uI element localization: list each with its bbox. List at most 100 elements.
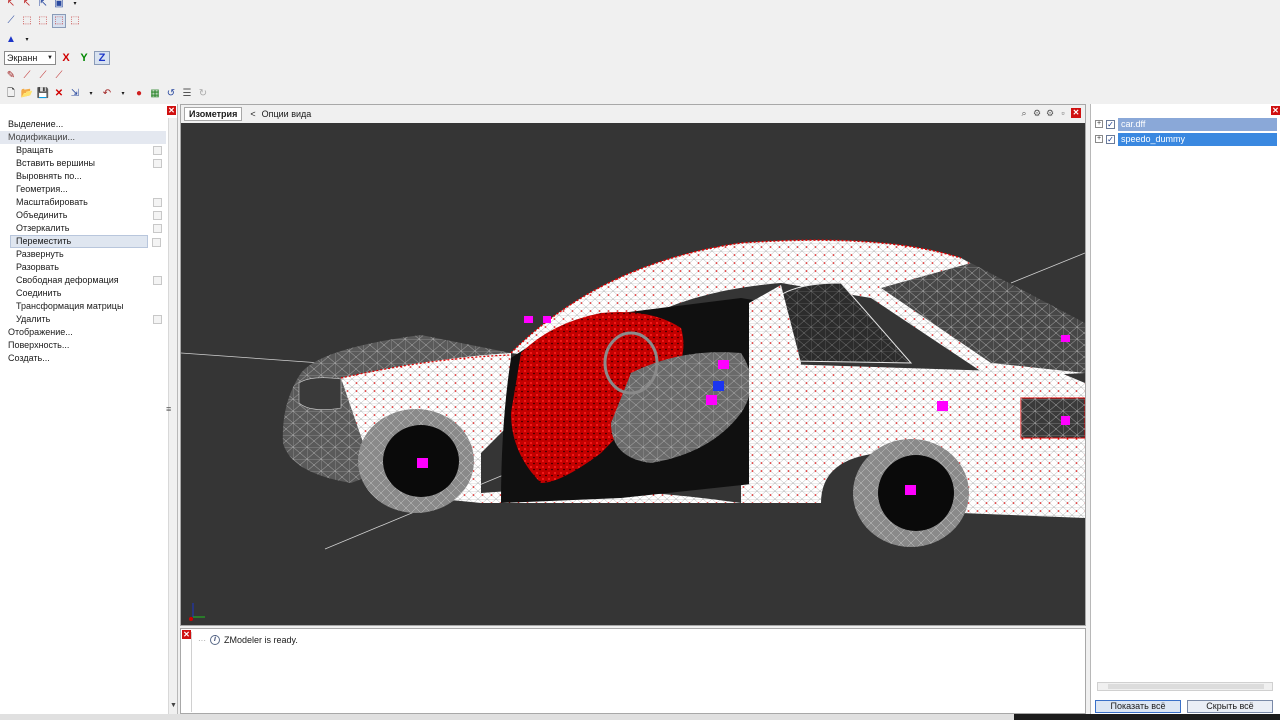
close-icon[interactable]: ✕ bbox=[1071, 108, 1081, 118]
menu-item[interactable]: Вращать bbox=[0, 144, 166, 157]
edge-mode-icon[interactable]: ⬚ bbox=[20, 14, 34, 28]
undo-arrow-icon[interactable]: ↺ bbox=[164, 87, 178, 101]
group-mode-icon[interactable]: ⬚ bbox=[68, 14, 82, 28]
menu-item[interactable]: Удалить bbox=[0, 313, 166, 326]
menu-item-label: Модификации... bbox=[8, 132, 75, 142]
menu-item[interactable]: Модификации... bbox=[0, 131, 166, 144]
menu-item[interactable]: Отзеркалить bbox=[0, 222, 166, 235]
options-button[interactable] bbox=[153, 315, 162, 324]
redo-icon[interactable]: ↻ bbox=[196, 87, 210, 101]
visibility-checkbox[interactable]: ✓ bbox=[1106, 134, 1115, 144]
snap-edge-icon[interactable]: ⟋ bbox=[36, 69, 50, 83]
toolbar-row-1: ↖ ↖ ⇱ ▣ ▾ bbox=[4, 0, 82, 12]
expand-icon[interactable]: + bbox=[1095, 135, 1103, 143]
record-icon[interactable]: ● bbox=[132, 87, 146, 101]
viewport-options-link[interactable]: Опции вида bbox=[262, 109, 312, 119]
expand-icon[interactable]: + bbox=[1095, 120, 1103, 128]
tree-item-label: car.dff bbox=[1118, 117, 1277, 131]
options-button[interactable] bbox=[153, 198, 162, 207]
dropdown-arrow-icon[interactable]: ▾ bbox=[84, 87, 98, 101]
menu-item[interactable]: Соединить bbox=[0, 287, 166, 300]
menu-item[interactable]: Объединить bbox=[0, 209, 166, 222]
snap-vertex-icon[interactable]: ⟋ bbox=[20, 69, 34, 83]
dummy-marker bbox=[937, 401, 948, 411]
zoom-icon[interactable]: ⌕ bbox=[1019, 108, 1029, 118]
viewport-nav-arrow[interactable]: < bbox=[250, 109, 255, 119]
toolbar-row-3: ▲ ▾ bbox=[4, 32, 34, 48]
select-object-icon[interactable]: ▣ bbox=[52, 0, 66, 11]
viewport-header: Изометрия < Опции вида ⌕ ⚙ ⚙ ▫ ✕ bbox=[181, 105, 1085, 123]
options-button[interactable] bbox=[153, 211, 162, 220]
log-content: ··· i ZModeler is ready. bbox=[191, 632, 1085, 712]
dropdown-arrow-icon[interactable]: ▾ bbox=[116, 87, 130, 101]
face-mode-icon[interactable]: ⬚ bbox=[36, 14, 50, 28]
menu-item[interactable]: Разорвать bbox=[0, 261, 166, 274]
select-face-icon[interactable]: ⇱ bbox=[36, 0, 50, 11]
axis-gizmo-icon[interactable]: ▲ bbox=[4, 33, 18, 47]
axis-x-toggle[interactable]: X bbox=[58, 51, 74, 65]
menu-item-label: Выделение... bbox=[8, 119, 64, 129]
menu-item[interactable]: Свободная деформация bbox=[0, 274, 166, 287]
brush-icon[interactable]: ✎ bbox=[4, 69, 18, 83]
scroll-down-icon[interactable]: ▼ bbox=[170, 702, 177, 709]
options-button[interactable] bbox=[153, 159, 162, 168]
vertex-mode-icon[interactable]: ⟋ bbox=[4, 14, 18, 28]
scrollbar-thumb[interactable] bbox=[1108, 684, 1264, 689]
menu-item[interactable]: Выровнять по... bbox=[0, 170, 166, 183]
3d-viewport[interactable] bbox=[181, 123, 1085, 625]
show-all-button[interactable]: Показать всё bbox=[1095, 700, 1181, 713]
axis-y-toggle[interactable]: Y bbox=[76, 51, 92, 65]
options-button[interactable] bbox=[152, 238, 161, 247]
panel-splitter-icon[interactable]: ≡ bbox=[166, 404, 171, 414]
tree-item-speedo-dummy[interactable]: + ✓ speedo_dummy bbox=[1095, 132, 1277, 146]
info-icon: i bbox=[210, 635, 220, 645]
viewport-tab-isometric[interactable]: Изометрия bbox=[184, 107, 243, 121]
properties-icon[interactable]: ☰ bbox=[180, 87, 194, 101]
menu-item[interactable]: Поверхность... bbox=[0, 339, 166, 352]
menu-item-label: Удалить bbox=[16, 314, 51, 324]
snap-grid-icon[interactable]: ⟋ bbox=[52, 69, 66, 83]
select-edge-icon[interactable]: ↖ bbox=[20, 0, 34, 11]
options-button[interactable] bbox=[153, 276, 162, 285]
object-mode-icon[interactable]: ⬚ bbox=[52, 14, 66, 28]
tree-item-car-dff[interactable]: + ✓ car.dff bbox=[1095, 117, 1277, 131]
hide-all-button[interactable]: Скрыть всё bbox=[1187, 700, 1273, 713]
settings-icon[interactable]: ⚙ bbox=[1032, 108, 1042, 118]
lock-icon[interactable]: ⚙ bbox=[1045, 108, 1055, 118]
close-icon[interactable]: ✕ bbox=[182, 630, 191, 639]
menu-item[interactable]: Вставить вершины bbox=[0, 157, 166, 170]
menu-item[interactable]: Отображение... bbox=[0, 326, 166, 339]
menu-item-label: Отображение... bbox=[8, 327, 73, 337]
close-icon[interactable]: ✕ bbox=[167, 106, 176, 115]
options-button[interactable] bbox=[153, 146, 162, 155]
close-icon[interactable]: ✕ bbox=[1271, 106, 1280, 115]
menu-item[interactable]: Развернуть bbox=[0, 248, 166, 261]
coordinate-system-select[interactable]: Экранн ▼ bbox=[4, 51, 56, 65]
save-icon[interactable]: 💾 bbox=[36, 87, 50, 101]
undo-icon[interactable]: ↶ bbox=[100, 87, 114, 101]
maximize-icon[interactable]: ▫ bbox=[1058, 108, 1068, 118]
menu-item[interactable]: Масштабировать bbox=[0, 196, 166, 209]
delete-icon[interactable]: ✕ bbox=[52, 87, 66, 101]
select-vertex-icon[interactable]: ↖ bbox=[4, 0, 18, 11]
tree-horizontal-scrollbar[interactable] bbox=[1097, 682, 1273, 691]
new-file-icon[interactable]: 🗋 bbox=[4, 87, 18, 101]
log-message: ZModeler is ready. bbox=[224, 635, 298, 645]
menu-item[interactable]: Создать... bbox=[0, 352, 166, 365]
menu-item[interactable]: Переместить bbox=[10, 235, 161, 248]
left-scrollbar[interactable]: ▼ bbox=[168, 118, 177, 714]
dropdown-arrow-icon[interactable]: ▾ bbox=[20, 33, 34, 47]
visibility-checkbox[interactable]: ✓ bbox=[1106, 119, 1115, 129]
menu-item[interactable]: Трансформация матрицы bbox=[0, 300, 166, 313]
menu-item[interactable]: Геометрия... bbox=[0, 183, 166, 196]
dropdown-arrow-icon[interactable]: ▾ bbox=[68, 0, 82, 11]
texture-icon[interactable]: ▦ bbox=[148, 87, 162, 101]
open-folder-icon[interactable]: 📂 bbox=[20, 87, 34, 101]
axis-z-toggle[interactable]: Z bbox=[94, 51, 110, 65]
menu-item[interactable]: Выделение... bbox=[0, 118, 166, 131]
import-icon[interactable]: ⇲ bbox=[68, 87, 82, 101]
options-button[interactable] bbox=[153, 224, 162, 233]
menu-item-label: Вращать bbox=[16, 145, 54, 155]
menu-item-label: Геометрия... bbox=[16, 184, 68, 194]
dummy-marker-blue bbox=[713, 381, 724, 391]
